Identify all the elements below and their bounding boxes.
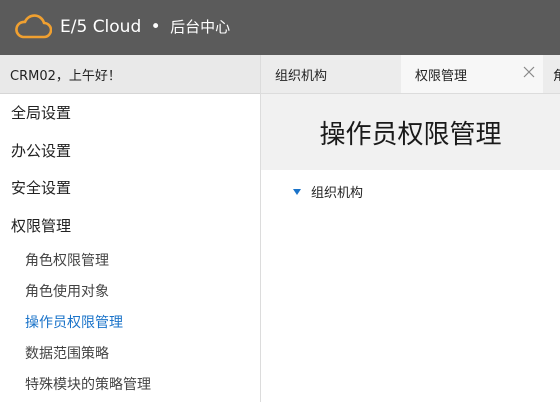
close-icon[interactable]: [523, 66, 535, 78]
sidebar: CRM02，上午好！ 全局设置 办公设置 安全设置 权限管理 角色权限管理 角色…: [0, 55, 261, 402]
tab-label: 权限管理: [415, 69, 468, 84]
page-title: 操作员权限管理: [319, 119, 502, 150]
main-content: 操作员权限管理 组织机构: [261, 94, 560, 402]
tree-node-label: 组织机构: [311, 186, 364, 201]
sidebar-item-role-users[interactable]: 角色使用对象: [0, 275, 260, 306]
brand-separator: •: [150, 17, 161, 37]
sidebar-item-data-scope-policy[interactable]: 数据范围策略: [0, 337, 260, 368]
page-title-band: 操作员权限管理: [261, 94, 560, 170]
sidebar-group-global-settings[interactable]: 全局设置: [0, 94, 260, 132]
brand-section: 后台中心: [170, 18, 231, 36]
top-bar: E/5 Cloud • 后台中心: [0, 0, 560, 55]
sidebar-group-office-settings[interactable]: 办公设置: [0, 132, 260, 170]
sidebar-item-operator-permissions[interactable]: 操作员权限管理: [0, 306, 260, 337]
tab-label: 组织机构: [275, 68, 328, 84]
cloud-icon: [15, 14, 52, 39]
tab-label: 角: [553, 65, 560, 84]
sidebar-group-permission-management[interactable]: 权限管理: [0, 207, 260, 245]
tab-permission-management[interactable]: 权限管理: [401, 55, 543, 93]
brand-name: E/5 Cloud: [60, 17, 142, 37]
sidebar-item-role-permissions[interactable]: 角色权限管理: [0, 244, 260, 275]
app-title: E/5 Cloud • 后台中心: [60, 16, 230, 37]
tab-bar: 组织机构 权限管理 角: [261, 55, 560, 94]
sidebar-group-security-settings[interactable]: 安全设置: [0, 169, 260, 207]
tab-partial[interactable]: 角: [553, 55, 560, 93]
caret-down-icon[interactable]: [293, 188, 301, 195]
tree-node-organization[interactable]: 组织机构: [293, 182, 363, 201]
sidebar-item-special-module-policy[interactable]: 特殊模块的策略管理: [0, 368, 260, 399]
tab-organization[interactable]: 组织机构: [275, 55, 327, 93]
greeting: CRM02，上午好！: [0, 55, 260, 94]
